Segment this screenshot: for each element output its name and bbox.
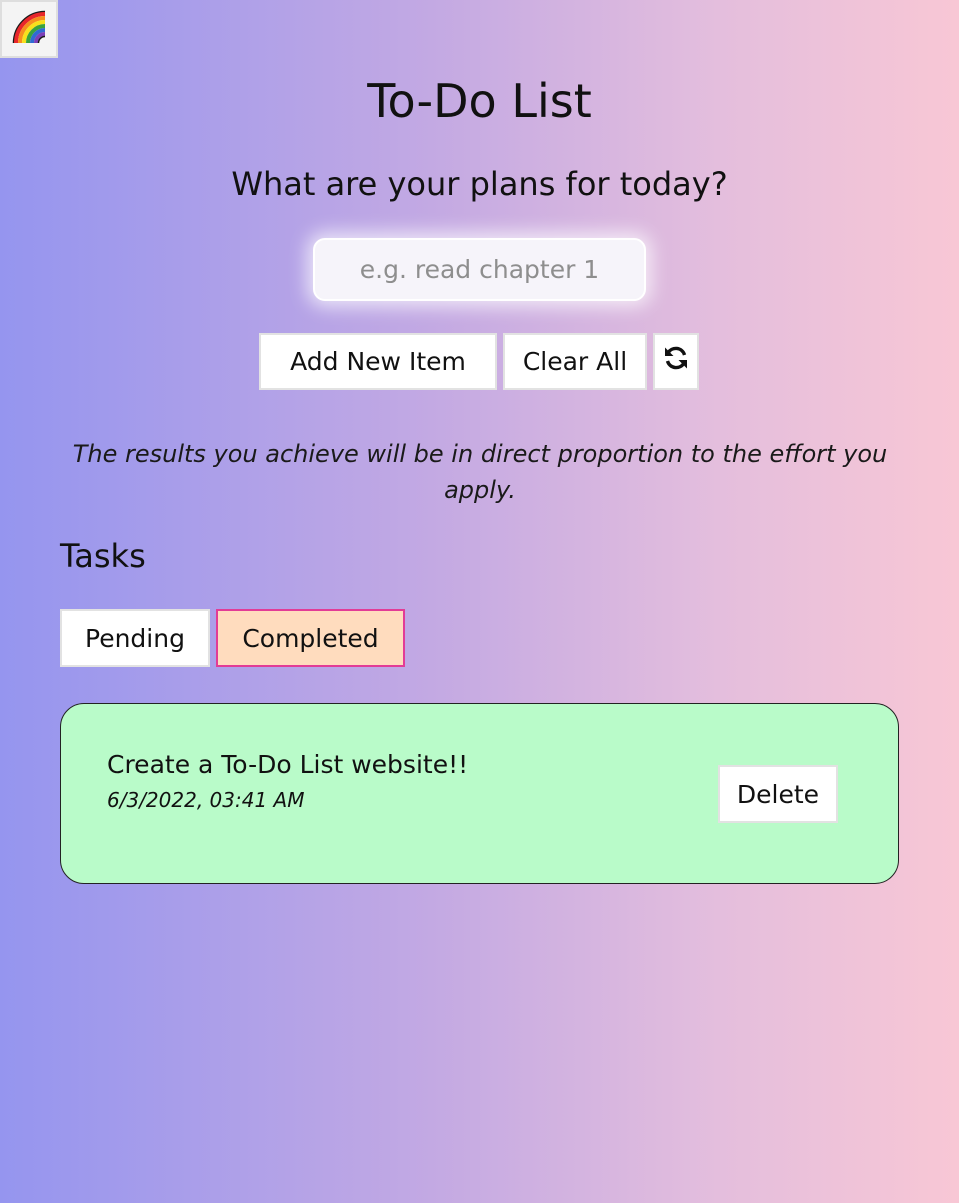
- delete-task-button[interactable]: Delete: [718, 765, 838, 823]
- add-item-button[interactable]: Add New Item: [259, 333, 497, 390]
- tasks-heading: Tasks: [60, 537, 146, 575]
- page-subtitle: What are your plans for today?: [231, 165, 728, 203]
- motivational-quote: The results you achieve will be in direc…: [72, 440, 888, 504]
- rainbow-icon: [11, 9, 47, 49]
- refresh-button[interactable]: [653, 333, 699, 390]
- task-card: Create a To-Do List website!! 6/3/2022, …: [60, 703, 899, 884]
- refresh-icon: [662, 344, 690, 379]
- clear-all-button[interactable]: Clear All: [503, 333, 647, 390]
- tab-pending[interactable]: Pending: [60, 609, 210, 667]
- theme-toggle-button[interactable]: [0, 0, 58, 58]
- task-text: Create a To-Do List website!!: [107, 750, 469, 779]
- page-title: To-Do List: [367, 74, 592, 128]
- tab-completed[interactable]: Completed: [216, 609, 405, 667]
- new-task-input[interactable]: [313, 238, 646, 301]
- task-date: 6/3/2022, 03:41 AM: [107, 788, 305, 812]
